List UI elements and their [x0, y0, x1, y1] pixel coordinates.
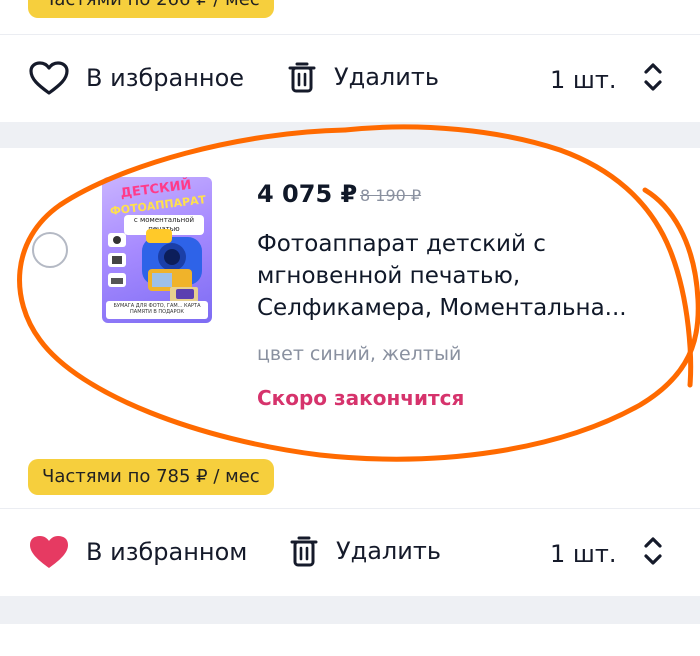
quantity-value: 1 шт.	[550, 540, 617, 568]
delete-label: Удалить	[336, 537, 441, 565]
delete-button[interactable]: Удалить	[290, 534, 441, 568]
favorites-label: В избранном	[86, 538, 248, 566]
trash-icon	[288, 60, 316, 94]
divider	[0, 508, 700, 509]
up-down-chevron-icon[interactable]	[642, 534, 664, 574]
camera-illustration-icon	[108, 229, 202, 303]
trash-icon	[290, 534, 318, 568]
section-separator	[0, 122, 700, 148]
heart-outline-icon	[28, 60, 70, 96]
installment-badge-top: Частями по 266 ₽ / мес	[28, 0, 274, 18]
item-actions-row-2: В избранном Удалить 1 шт.	[0, 516, 700, 586]
select-item-checkbox[interactable]	[32, 232, 68, 268]
delete-button[interactable]: Удалить	[288, 60, 439, 94]
in-favorites-button[interactable]: В избранном	[28, 534, 247, 570]
current-price: 4 075 ₽	[257, 180, 358, 208]
item-actions-row-1: В избранное Удалить 1 шт.	[0, 42, 700, 112]
heart-filled-icon	[28, 534, 70, 570]
divider	[0, 34, 700, 35]
image-footer: БУМАГА ДЛЯ ФОТО, ГАМ... КАРТА ПАМЯТИ В П…	[106, 301, 208, 319]
quantity-stepper[interactable]: 1 шт.	[550, 60, 664, 100]
quantity-stepper[interactable]: 1 шт.	[550, 534, 664, 574]
favorites-label: В избранное	[86, 64, 245, 92]
add-to-favorites-button[interactable]: В избранное	[28, 60, 244, 96]
stock-status: Скоро закончится	[257, 386, 465, 410]
product-variant: цвет синий, желтый	[257, 343, 462, 365]
product-image[interactable]: ДЕТСКИЙ ФОТОАППАРАТ с моментальной печат…	[102, 177, 212, 323]
quantity-value: 1 шт.	[550, 66, 617, 94]
delete-label: Удалить	[334, 63, 439, 91]
up-down-chevron-icon[interactable]	[642, 60, 664, 100]
section-separator	[0, 596, 700, 624]
cart-page: Частями по 266 ₽ / мес В избранное Удали…	[0, 0, 700, 656]
installment-badge[interactable]: Частями по 785 ₽ / мес	[28, 459, 274, 495]
old-price: 8 190 ₽	[360, 186, 422, 205]
product-title[interactable]: Фотоаппарат детский с мгновенной печатью…	[257, 228, 672, 324]
